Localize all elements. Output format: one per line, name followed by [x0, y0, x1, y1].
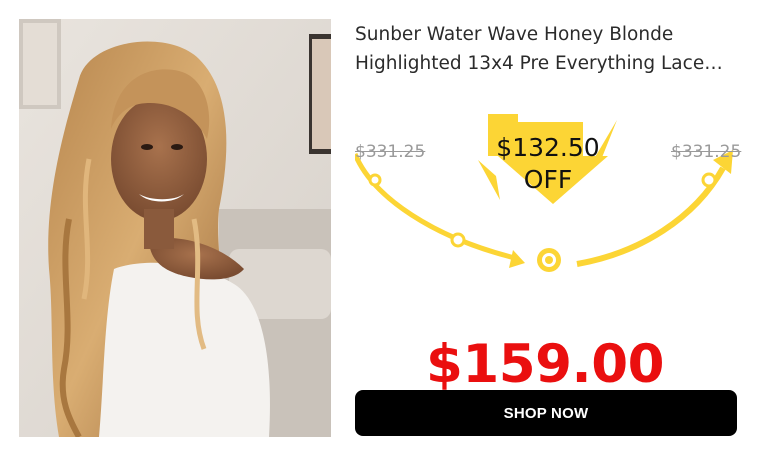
- product-title-line-1: Sunber Water Wave Honey Blonde: [355, 24, 674, 45]
- discount-value: $132.50: [496, 133, 600, 162]
- product-image[interactable]: [19, 19, 331, 437]
- product-title[interactable]: Sunber Water Wave Honey Blonde Highlight…: [355, 20, 745, 78]
- discount-amount: $132.50 OFF: [488, 132, 608, 196]
- original-price-right: $331.25: [671, 142, 742, 162]
- model-portrait-image: [19, 19, 331, 437]
- sale-price: $159.00: [426, 334, 664, 395]
- arrow-head-icon: [509, 250, 525, 268]
- curve-dot-icon: [701, 172, 717, 188]
- curve-dot-icon: [368, 173, 382, 187]
- curve-dot-icon: [450, 232, 466, 248]
- discount-off-label: OFF: [523, 165, 573, 194]
- original-price-left: $331.25: [355, 142, 426, 162]
- shop-now-button[interactable]: SHOP NOW: [355, 390, 737, 436]
- center-target-icon: [545, 256, 553, 264]
- shop-now-label: SHOP NOW: [503, 404, 589, 422]
- product-title-line-2: Highlighted 13x4 Pre Everything Lace…: [355, 53, 723, 74]
